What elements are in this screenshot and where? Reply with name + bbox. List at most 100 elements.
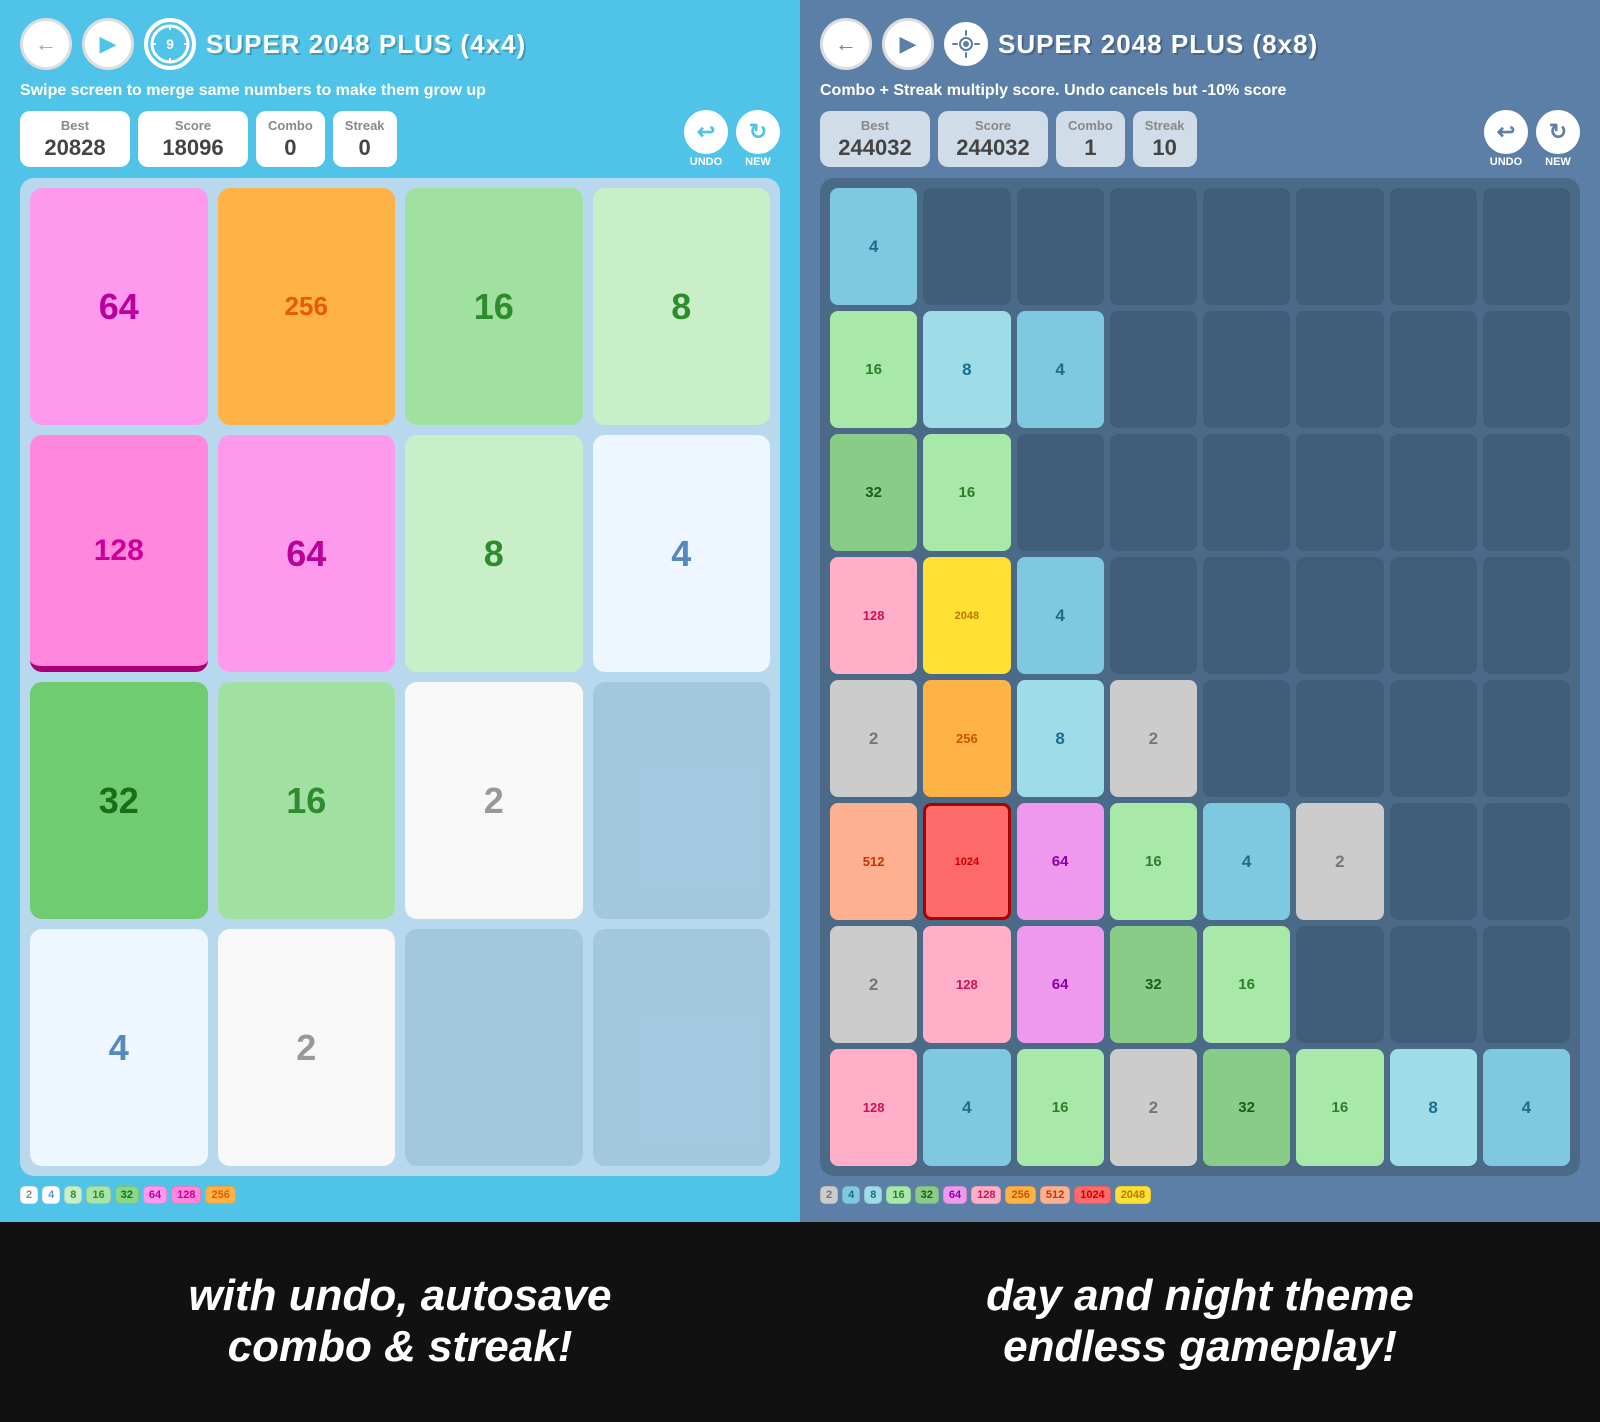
legend-item-64: 64 <box>143 1186 167 1204</box>
legend-item-256: 256 <box>1005 1186 1035 1204</box>
left-header: ← ▶ 9 SUPER 2048 PLUS (4x4) <box>20 18 780 70</box>
right-cell-2-0: 32 <box>830 434 917 551</box>
legend-item-2: 2 <box>820 1186 838 1204</box>
legend-item-512: 512 <box>1040 1186 1070 1204</box>
right-cell-7-6: 8 <box>1390 1049 1477 1166</box>
legend-item-256: 256 <box>205 1186 235 1204</box>
legend-item-8: 8 <box>64 1186 82 1204</box>
right-cell-2-1: 16 <box>923 434 1010 551</box>
left-cell-0-0: 64 <box>30 188 208 425</box>
left-cell-1-0: 128 <box>30 435 208 672</box>
right-cell-5-0: 512 <box>830 803 917 920</box>
right-cell-0-6 <box>1390 188 1477 305</box>
left-cell-0-3: 8 <box>593 188 771 425</box>
left-cell-1-1: 64 <box>218 435 396 672</box>
left-cell-3-1: 2 <box>218 929 396 1166</box>
left-banner-text: with undo, autosavecombo & streak! <box>189 1271 612 1372</box>
left-cell-0-1: 256 <box>218 188 396 425</box>
legend-item-16: 16 <box>86 1186 110 1204</box>
right-cell-4-3: 2 <box>1110 680 1197 797</box>
left-cell-1-2: 8 <box>405 435 583 672</box>
legend-item-4: 4 <box>842 1186 860 1204</box>
right-game-title: SUPER 2048 PLUS (8x8) <box>998 29 1580 60</box>
right-cell-2-7 <box>1483 434 1570 551</box>
new-icon: ↻ <box>736 110 780 154</box>
right-cell-1-1: 8 <box>923 311 1010 428</box>
right-cell-3-2: 4 <box>1017 557 1104 674</box>
right-cell-5-6 <box>1390 803 1477 920</box>
right-cell-0-3 <box>1110 188 1197 305</box>
right-cell-7-0: 128 <box>830 1049 917 1166</box>
left-cell-3-3 <box>593 929 771 1166</box>
right-cell-3-1: 2048 <box>923 557 1010 674</box>
right-panel: ← ▶ SUPER 2048 PLUS (8x8) Combo + Streak… <box>800 0 1600 1222</box>
right-cell-0-1 <box>923 188 1010 305</box>
right-cell-1-4 <box>1203 311 1290 428</box>
left-score-bar: Best 20828 Score 18096 Combo 0 Streak 0 … <box>20 110 780 168</box>
right-cell-6-1: 128 <box>923 926 1010 1043</box>
right-cell-0-2 <box>1017 188 1104 305</box>
right-cell-3-3 <box>1110 557 1197 674</box>
right-undo-icon: ↩ <box>1484 110 1528 154</box>
right-back-button[interactable]: ← <box>820 18 872 70</box>
right-score-bar: Best 244032 Score 244032 Combo 1 Streak … <box>820 110 1580 168</box>
right-cell-3-7 <box>1483 557 1570 674</box>
timer-icon[interactable]: 9 <box>144 18 196 70</box>
legend-item-128: 128 <box>971 1186 1001 1204</box>
left-undo-button[interactable]: ↩ UNDO <box>684 110 728 168</box>
right-cell-4-0: 2 <box>830 680 917 797</box>
right-cell-1-6 <box>1390 311 1477 428</box>
left-score-box: Score 18096 <box>138 111 248 167</box>
right-cell-1-3 <box>1110 311 1197 428</box>
right-cell-1-0: 16 <box>830 311 917 428</box>
right-undo-button[interactable]: ↩ UNDO <box>1484 110 1528 168</box>
right-cell-1-7 <box>1483 311 1570 428</box>
right-cell-5-3: 16 <box>1110 803 1197 920</box>
back-button[interactable]: ← <box>20 18 72 70</box>
legend-item-16: 16 <box>886 1186 910 1204</box>
right-cell-1-5 <box>1296 311 1383 428</box>
right-new-button[interactable]: ↻ NEW <box>1536 110 1580 168</box>
legend-item-8: 8 <box>864 1186 882 1204</box>
right-best-box: Best 244032 <box>820 111 930 167</box>
right-cell-6-7 <box>1483 926 1570 1043</box>
right-cell-6-3: 32 <box>1110 926 1197 1043</box>
right-cell-2-2 <box>1017 434 1104 551</box>
right-board: 4168432161282048422568251210246416422128… <box>820 178 1580 1176</box>
right-cell-7-7: 4 <box>1483 1049 1570 1166</box>
settings-icon[interactable] <box>944 22 988 66</box>
right-cell-4-2: 8 <box>1017 680 1104 797</box>
undo-icon: ↩ <box>684 110 728 154</box>
right-cell-2-5 <box>1296 434 1383 551</box>
right-cell-7-3: 2 <box>1110 1049 1197 1166</box>
left-cell-2-3 <box>593 682 771 919</box>
right-cell-6-2: 64 <box>1017 926 1104 1043</box>
right-sound-button[interactable]: ▶ <box>882 18 934 70</box>
right-cell-6-5 <box>1296 926 1383 1043</box>
left-cell-3-2 <box>405 929 583 1166</box>
svg-text:9: 9 <box>166 36 174 52</box>
right-score-box: Score 244032 <box>938 111 1048 167</box>
legend-item-2: 2 <box>20 1186 38 1204</box>
right-cell-4-1: 256 <box>923 680 1010 797</box>
left-subtitle: Swipe screen to merge same numbers to ma… <box>20 82 780 100</box>
right-cell-0-4 <box>1203 188 1290 305</box>
left-new-button[interactable]: ↻ NEW <box>736 110 780 168</box>
right-cell-7-4: 32 <box>1203 1049 1290 1166</box>
left-cell-2-1: 16 <box>218 682 396 919</box>
left-combo-box: Combo 0 <box>256 111 325 167</box>
sound-button[interactable]: ▶ <box>82 18 134 70</box>
right-cell-2-6 <box>1390 434 1477 551</box>
right-cell-5-1: 1024 <box>923 803 1010 920</box>
right-legend: 24816326412825651210242048 <box>820 1186 1580 1204</box>
right-banner-text: day and night themeendless gameplay! <box>986 1271 1414 1372</box>
right-cell-6-4: 16 <box>1203 926 1290 1043</box>
right-cell-5-4: 4 <box>1203 803 1290 920</box>
right-cell-1-2: 4 <box>1017 311 1104 428</box>
left-banner: with undo, autosavecombo & streak! <box>0 1222 800 1422</box>
right-cell-2-3 <box>1110 434 1197 551</box>
right-cell-7-1: 4 <box>923 1049 1010 1166</box>
right-cell-4-4 <box>1203 680 1290 797</box>
left-cell-2-0: 32 <box>30 682 208 919</box>
right-cell-6-6 <box>1390 926 1477 1043</box>
